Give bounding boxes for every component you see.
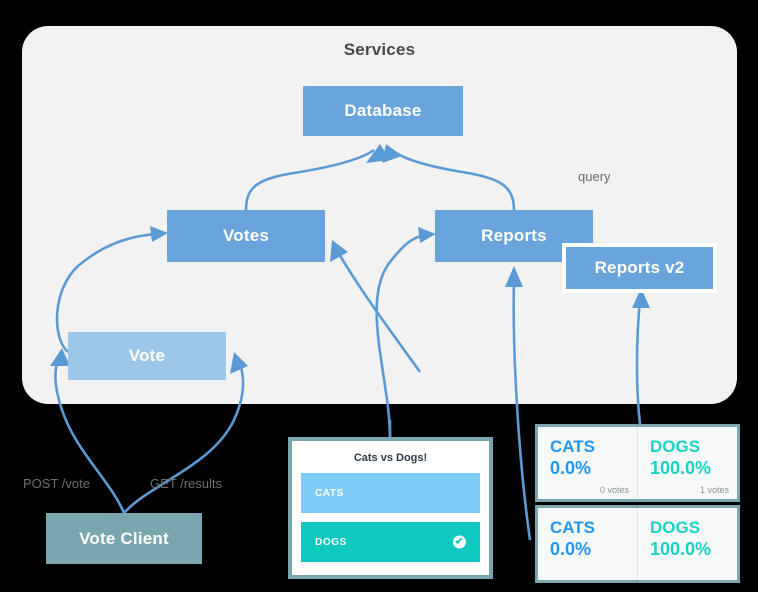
results-cats-label: CATS [550, 437, 596, 456]
results-cell-dogs: DOGS 100.0% [637, 508, 737, 580]
vote-option-dogs-label: DOGS [315, 536, 347, 548]
edge-label-get-results: GET /results [150, 476, 223, 491]
vote-widget-card: Cats vs Dogs! CATS DOGS ✔ [288, 437, 493, 579]
service-node-vote[interactable]: Vote [68, 332, 226, 380]
results-card-secondary: CATS 0.0% DOGS 100.0% [535, 505, 740, 583]
results-cell-cats: CATS 0.0% 0 votes [538, 427, 637, 499]
results-dogs-votes: 1 votes [699, 485, 729, 495]
results-cats-votes: 0 votes [599, 485, 629, 495]
edge-label-post-vote: POST /vote [23, 476, 90, 491]
results-dogs-percent: 100.0% [650, 539, 712, 559]
diagram-canvas: Services Database Votes Reports Reports … [0, 0, 758, 592]
vote-widget-title: Cats vs Dogs! [353, 452, 428, 464]
results-card-primary: CATS 0.0% 0 votes DOGS 100.0% 1 votes [535, 424, 740, 502]
service-node-vote-client[interactable]: Vote Client [46, 513, 202, 564]
results-cats-percent: 0.0% [550, 458, 592, 478]
results-cats-percent: 0.0% [550, 539, 592, 559]
results-cell-cats: CATS 0.0% [538, 508, 637, 580]
results-cell-dogs: DOGS 100.0% 1 votes [637, 427, 737, 499]
results-cats-label: CATS [550, 518, 596, 537]
vote-option-dogs[interactable]: DOGS ✔ [301, 522, 480, 562]
service-node-reports-v2[interactable]: Reports v2 [562, 243, 717, 293]
service-node-votes[interactable]: Votes [167, 210, 325, 262]
results-dogs-percent: 100.0% [650, 458, 712, 478]
results-dogs-label: DOGS [650, 437, 701, 456]
service-node-database[interactable]: Database [303, 86, 463, 136]
services-panel-title: Services [343, 40, 416, 59]
vote-option-cats-label: CATS [315, 487, 344, 499]
check-circle-icon: ✔ [453, 535, 466, 549]
results-dogs-label: DOGS [650, 518, 701, 537]
vote-option-cats[interactable]: CATS [301, 473, 480, 513]
edge-label-query: query [578, 169, 611, 184]
